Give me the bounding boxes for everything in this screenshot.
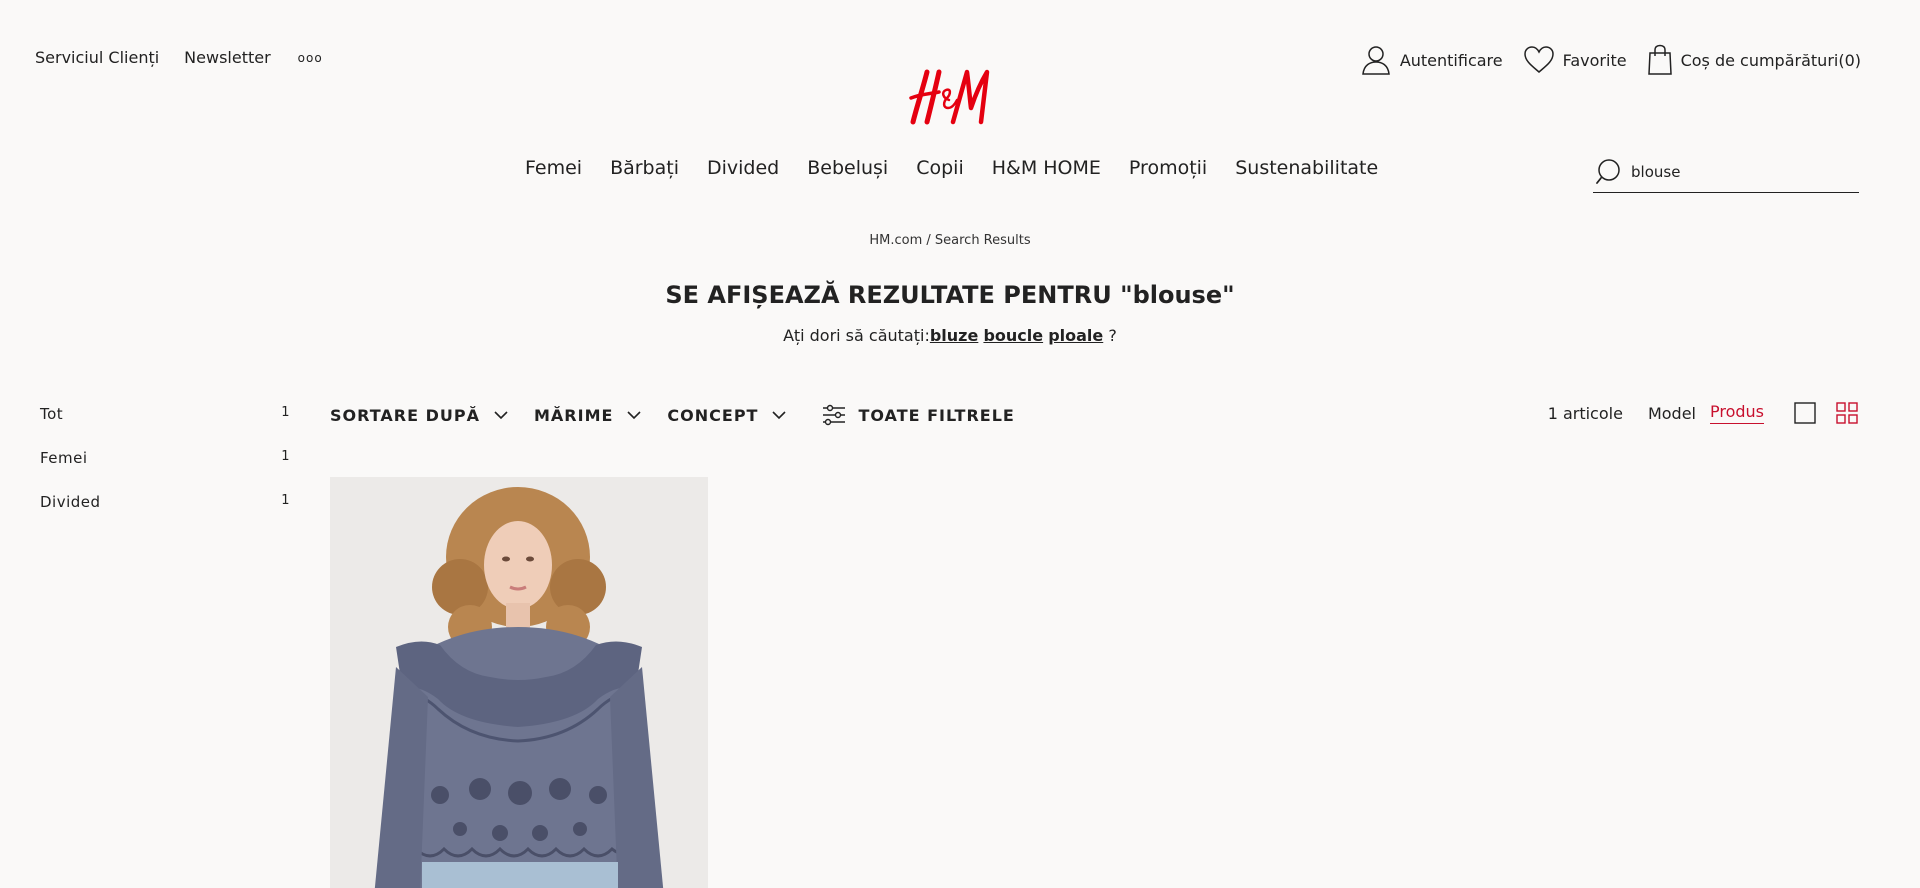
filter-bar: SORTARE DUPĂ MĂRIME CONCEPT TOATE FILTRE… [330, 404, 1015, 426]
favorites-link[interactable]: Favorite [1523, 45, 1627, 75]
category-sidebar: Tot 1 Femei 1 Divided 1 [40, 405, 290, 537]
single-column-view-icon[interactable] [1794, 402, 1816, 424]
search-suggestions: Ați dori să căutați:bluze boucle ploale … [0, 326, 1900, 345]
view-product-toggle[interactable]: Produs [1709, 402, 1764, 424]
nav-item-hm-home[interactable]: H&M HOME [992, 157, 1101, 179]
nav-item-femei[interactable]: Femei [525, 157, 582, 179]
login-label: Autentificare [1399, 50, 1503, 70]
all-filters-button[interactable]: TOATE FILTRELE [822, 404, 1014, 426]
breadcrumb: HM.com / Search Results [869, 233, 1031, 248]
view-model-toggle[interactable]: Model [1648, 404, 1696, 423]
nav-item-sustenabilitate[interactable]: Sustenabilitate [1235, 157, 1378, 179]
favorites-label: Favorite [1562, 50, 1627, 70]
utility-links: Serviciul Clienți Newsletter ooo [35, 48, 323, 67]
size-dropdown[interactable]: MĂRIME [534, 406, 641, 425]
cart-label: Coș de cumpărături(0) [1680, 50, 1861, 70]
search-icon[interactable] [1595, 158, 1623, 186]
chevron-down-icon [627, 410, 641, 419]
suggestion-link-ploale[interactable]: ploale [1048, 326, 1103, 345]
suggestion-prefix: Ați dori să căutați: [783, 326, 930, 345]
customer-service-link[interactable]: Serviciul Clienți [35, 48, 159, 67]
sort-dropdown[interactable]: SORTARE DUPĂ [330, 406, 508, 425]
heart-icon [1523, 46, 1554, 73]
product-photo [330, 477, 708, 888]
concept-label: CONCEPT [667, 405, 759, 425]
nav-item-barbati[interactable]: Bărbați [610, 157, 679, 179]
hm-logo[interactable] [903, 64, 993, 126]
sidebar-item-label: Tot [40, 405, 64, 423]
sidebar-item-label: Femei [40, 449, 88, 467]
account-actions: Autentificare Favorite Coș de cumpărătur… [1360, 44, 1861, 76]
nav-item-bebelusi[interactable]: Bebeluși [807, 157, 888, 179]
suggestion-link-boucle[interactable]: boucle [983, 326, 1043, 345]
product-card-image[interactable] [330, 477, 708, 888]
shopping-bag-icon [1647, 44, 1672, 75]
nav-item-divided[interactable]: Divided [707, 157, 779, 179]
more-menu-button[interactable]: ooo [298, 51, 323, 65]
user-icon [1361, 46, 1390, 75]
sidebar-item-label: Divided [40, 493, 101, 511]
nav-item-copii[interactable]: Copii [916, 157, 964, 179]
cart-link[interactable]: Coș de cumpărături(0) [1647, 44, 1861, 76]
hm-logo-icon [909, 69, 990, 125]
chevron-down-icon [772, 410, 787, 419]
filter-sliders-icon [823, 404, 846, 426]
sidebar-item-count: 1 [281, 449, 290, 464]
result-count: 1 articole [1547, 403, 1623, 423]
page-title: SE AFIȘEAZĂ REZULTATE PENTRU "blouse" [665, 281, 1235, 309]
chevron-down-icon [494, 410, 508, 419]
suggestion-link-bluze[interactable]: bluze [930, 326, 979, 345]
main-nav: Femei Bărbați Divided Bebeluși Copii H&M… [525, 157, 1378, 179]
search-input[interactable] [1631, 162, 1831, 181]
sidebar-item-count: 1 [281, 493, 290, 508]
grid-view-icon[interactable] [1836, 402, 1858, 424]
sidebar-item-tot[interactable]: Tot 1 [40, 405, 290, 449]
size-label: MĂRIME [533, 405, 614, 425]
nav-item-promotii[interactable]: Promoții [1129, 157, 1207, 179]
all-filters-label: TOATE FILTRELE [858, 405, 1015, 425]
sidebar-item-femei[interactable]: Femei 1 [40, 449, 290, 493]
sort-label: SORTARE DUPĂ [330, 405, 480, 425]
newsletter-link[interactable]: Newsletter [184, 48, 271, 67]
login-link[interactable]: Autentificare [1360, 44, 1503, 76]
sidebar-item-count: 1 [281, 405, 290, 420]
sidebar-item-divided[interactable]: Divided 1 [40, 493, 290, 537]
search-box [1593, 151, 1859, 193]
concept-dropdown[interactable]: CONCEPT [667, 405, 787, 425]
suggestion-suffix: ? [1103, 326, 1117, 345]
view-controls: 1 articole Model Produs [1548, 402, 1858, 424]
